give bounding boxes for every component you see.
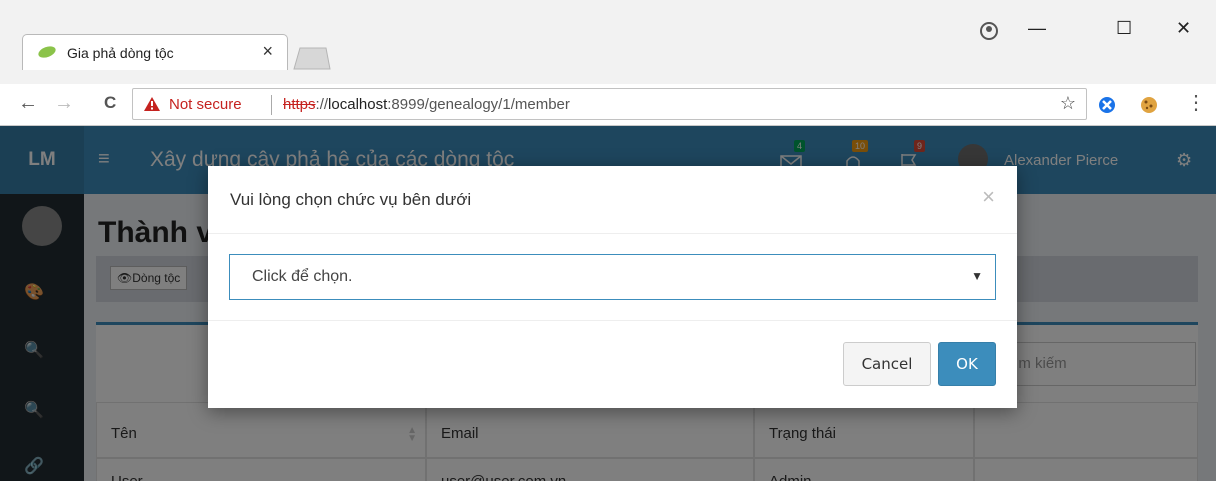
browser-tab[interactable]: Gia phả dòng tộc ×	[22, 34, 288, 70]
url-scheme: https	[283, 96, 316, 113]
browser-tabbar: Gia phả dòng tộc × — ☐ ✕	[0, 0, 1216, 84]
position-select[interactable]: Click để chọn. ▼	[229, 254, 996, 300]
maximize-button[interactable]: ☐	[1116, 18, 1132, 39]
leaf-favicon-icon	[38, 46, 56, 58]
position-select-value: Click để chọn.	[252, 268, 353, 285]
chevron-down-icon[interactable]: ▼	[971, 269, 983, 283]
url-text: https://localhost:8999/genealogy/1/membe…	[283, 96, 570, 113]
close-window-button[interactable]: ✕	[1176, 18, 1191, 39]
not-secure-label[interactable]: Not secure	[169, 96, 242, 113]
tab-close-icon[interactable]: ×	[262, 41, 273, 62]
cancel-button[interactable]: Cancel	[843, 342, 931, 386]
modal-close-icon[interactable]: ×	[982, 184, 995, 210]
url-separator: ://	[315, 96, 329, 113]
ok-button[interactable]: OK	[938, 342, 996, 386]
back-arrow-icon[interactable]: ←	[18, 92, 38, 115]
reload-icon[interactable]: C	[104, 93, 116, 113]
modal-title: Vui lòng chọn chức vụ bên dưới	[230, 190, 472, 209]
omnibox-separator	[271, 95, 272, 115]
address-bar: ← → C Not secure https://localhost:8999/…	[0, 84, 1216, 126]
modal-footer-divider	[208, 320, 1017, 321]
new-tab-button[interactable]	[292, 46, 332, 70]
cookie-extension-icon[interactable]	[1140, 96, 1158, 114]
position-select-modal: Vui lòng chọn chức vụ bên dưới × Click đ…	[208, 166, 1017, 408]
url-host: localhost	[328, 96, 388, 113]
url-input[interactable]: Not secure https://localhost:8999/geneal…	[132, 88, 1087, 120]
modal-header: Vui lòng chọn chức vụ bên dưới ×	[208, 166, 1017, 234]
account-icon[interactable]	[980, 22, 998, 40]
tab-title: Gia phả dòng tộc	[67, 45, 174, 61]
forward-arrow-icon[interactable]: →	[54, 92, 74, 115]
url-path: :8999/genealogy/1/member	[387, 96, 570, 113]
extension-icon[interactable]	[1098, 96, 1116, 114]
warning-icon	[144, 97, 160, 111]
bookmark-star-icon[interactable]: ☆	[1060, 93, 1076, 114]
minimize-button[interactable]: —	[1028, 18, 1046, 39]
browser-menu-icon[interactable]: ⋮	[1186, 90, 1206, 115]
